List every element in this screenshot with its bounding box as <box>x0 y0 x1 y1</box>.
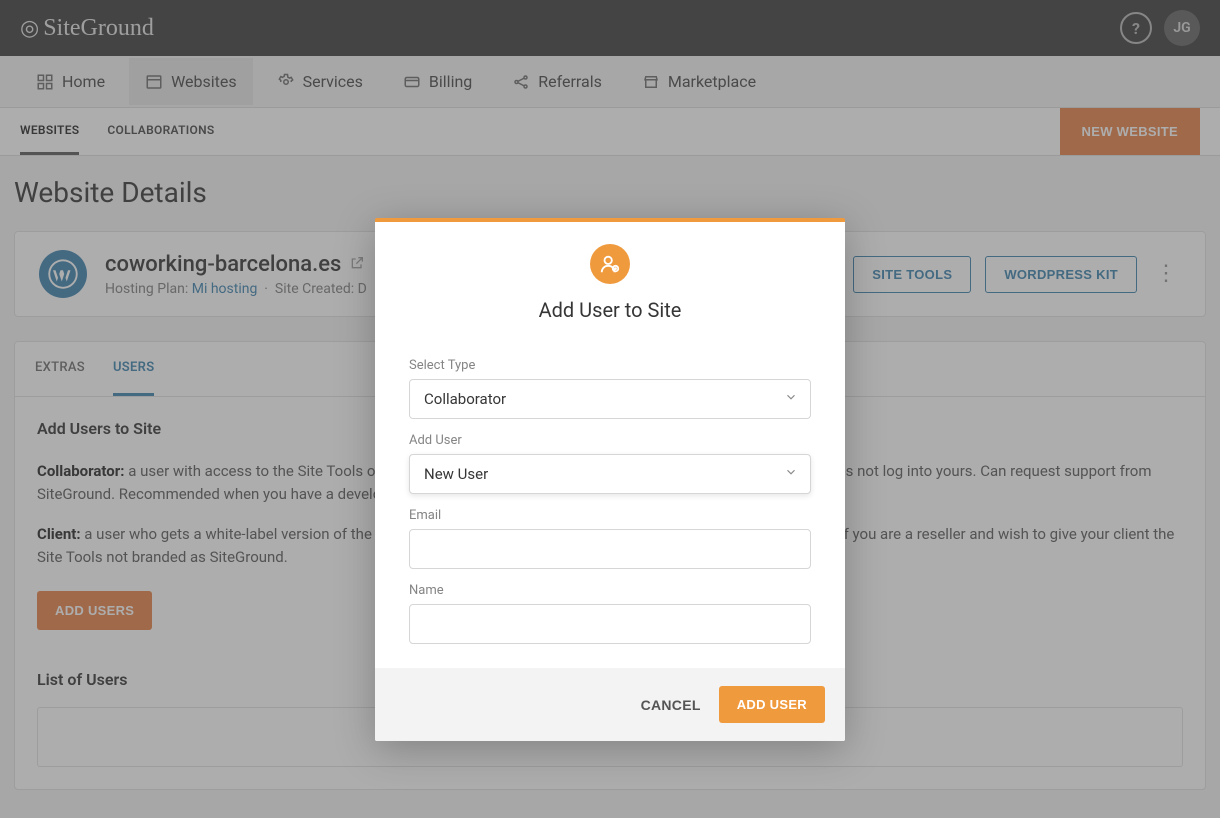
chevron-down-icon <box>784 465 798 483</box>
name-field[interactable] <box>409 604 811 644</box>
add-user-button[interactable]: ADD USER <box>719 686 825 723</box>
select-type-dropdown[interactable]: Collaborator <box>409 379 811 419</box>
select-type-label: Select Type <box>409 358 811 373</box>
email-label: Email <box>409 508 811 523</box>
add-user-icon <box>590 244 630 284</box>
add-user-value: New User <box>424 465 488 483</box>
cancel-label: CANCEL <box>641 697 701 713</box>
select-type-value: Collaborator <box>424 390 506 408</box>
modal-title: Add User to Site <box>539 298 682 322</box>
cancel-button[interactable]: CANCEL <box>641 697 701 713</box>
add-user-label: Add User <box>409 433 811 448</box>
add-user-dropdown[interactable]: New User <box>409 454 811 494</box>
add-user-confirm-label: ADD USER <box>737 697 807 712</box>
chevron-down-icon <box>784 390 798 408</box>
add-user-modal: Add User to Site Select Type Collaborato… <box>375 218 845 741</box>
email-field[interactable] <box>409 529 811 569</box>
name-label: Name <box>409 583 811 598</box>
modal-overlay[interactable]: Add User to Site Select Type Collaborato… <box>0 0 1220 818</box>
